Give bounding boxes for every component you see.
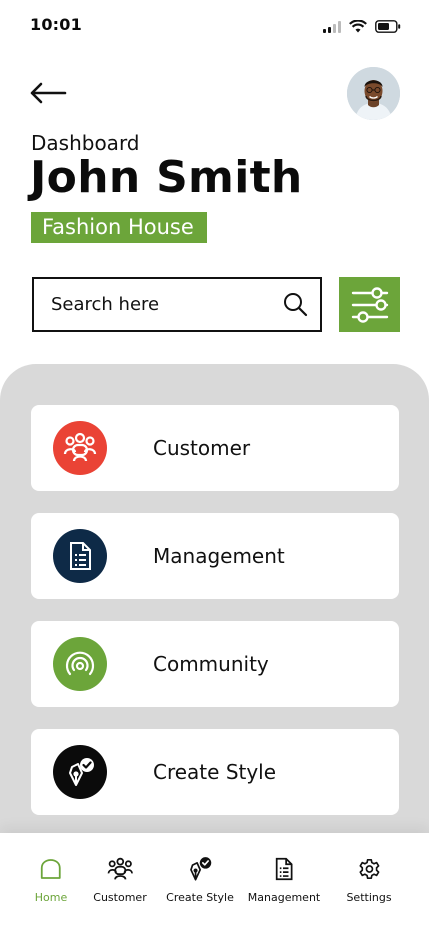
nav-item-settings[interactable]: Settings (346, 855, 392, 904)
customers-icon (53, 421, 107, 475)
battery-icon (375, 18, 401, 37)
nav-item-home[interactable]: Home (35, 855, 67, 904)
broadcast-icon (53, 637, 107, 691)
nav-label: Settings (346, 891, 392, 904)
pen-nib-check-icon (53, 745, 107, 799)
arrow-left-icon (30, 82, 67, 104)
status-time: 10:01 (30, 15, 82, 34)
menu-item-label: Create Style (153, 760, 277, 784)
avatar[interactable] (347, 67, 400, 120)
document-icon (53, 529, 107, 583)
status-icons (323, 18, 401, 37)
wifi-icon (349, 18, 367, 37)
customers-icon (106, 855, 134, 883)
pen-nib-check-icon (186, 855, 214, 883)
company-badge: Fashion House (31, 212, 207, 243)
home-icon (37, 855, 65, 883)
menu-item-management[interactable]: Management (31, 513, 399, 599)
filter-button[interactable] (339, 277, 400, 332)
document-icon (270, 855, 298, 883)
search-input[interactable] (51, 279, 271, 330)
menu-panel: Customer Management Community Create Sty… (0, 364, 429, 834)
nav-item-customer[interactable]: Customer (93, 855, 147, 904)
menu-item-create-style[interactable]: Create Style (31, 729, 399, 815)
search-box[interactable] (32, 277, 322, 332)
search-icon[interactable] (282, 291, 308, 317)
menu-item-label: Customer (153, 436, 251, 460)
status-bar: 10:01 (0, 0, 429, 52)
menu-item-community[interactable]: Community (31, 621, 399, 707)
nav-label: Create Style (166, 891, 234, 904)
menu-item-customer[interactable]: Customer (31, 405, 399, 491)
back-button[interactable] (28, 78, 68, 108)
nav-label: Customer (93, 891, 147, 904)
gear-icon (355, 855, 383, 883)
nav-label: Management (247, 891, 321, 904)
nav-item-management[interactable]: Management (248, 855, 320, 904)
menu-item-label: Management (153, 544, 285, 568)
menu-item-label: Community (153, 652, 269, 676)
bottom-nav: Home Customer Create Style Management Se… (0, 833, 429, 926)
page-title: John Smith (30, 152, 303, 203)
sliders-icon (351, 286, 388, 323)
nav-label: Home (34, 891, 68, 904)
nav-item-create-style[interactable]: Create Style (166, 855, 234, 904)
signal-icon (323, 18, 341, 37)
